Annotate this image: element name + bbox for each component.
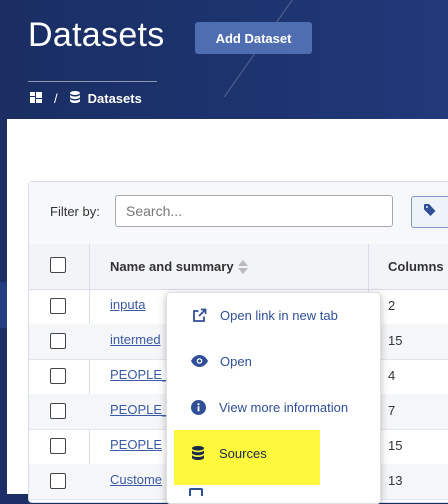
dataset-link[interactable]: Custome: [110, 472, 162, 487]
row-checkbox[interactable]: [50, 438, 66, 454]
select-all-checkbox[interactable]: [50, 257, 66, 273]
menu-item-label: Sources: [219, 445, 267, 461]
column-header-columns[interactable]: Columns: [388, 259, 444, 274]
row-checkbox[interactable]: [50, 298, 66, 314]
tag-icon: [424, 203, 436, 221]
dataset-link[interactable]: PEOPLE: [110, 437, 162, 452]
column-count: 15: [388, 438, 403, 453]
dataset-link[interactable]: PEOPLE_: [110, 402, 169, 417]
filter-label: Filter by:: [50, 204, 100, 219]
column-count: 4: [388, 368, 396, 383]
column-header-name[interactable]: Name and summary: [110, 259, 248, 274]
dataset-link[interactable]: PEOPLE_: [110, 367, 169, 382]
database-icon: [69, 91, 80, 106]
dashboard-icon[interactable]: [30, 91, 42, 106]
menu-item-label: Open: [220, 353, 252, 369]
menu-item-label: View more information: [219, 399, 349, 415]
row-checkbox[interactable]: [50, 333, 66, 349]
dataset-link[interactable]: inputa: [110, 297, 145, 312]
menu-item-label: Open link in new tab: [220, 307, 338, 323]
info-icon: [188, 399, 208, 415]
breadcrumb-divider: [28, 81, 157, 82]
menu-item-view-more-information[interactable]: View more information: [166, 387, 379, 427]
menu-item-open[interactable]: Open: [167, 341, 380, 381]
row-checkbox[interactable]: [50, 368, 66, 384]
column-count: 7: [388, 403, 396, 418]
page-title: Datasets: [28, 16, 165, 54]
row-checkbox[interactable]: [50, 403, 66, 419]
menu-item-sources[interactable]: Sources: [166, 433, 379, 473]
sort-icon[interactable]: [237, 259, 248, 274]
tag-filter-button[interactable]: [411, 196, 448, 228]
dataset-link[interactable]: intermed: [110, 332, 161, 347]
menu-item-open-new-tab[interactable]: Open link in new tab: [167, 295, 380, 335]
database-icon: [188, 446, 208, 460]
left-sidebar-strip: [0, 130, 7, 494]
breadcrumb-current: Datasets: [87, 91, 142, 106]
column-count: 13: [388, 473, 403, 488]
eye-icon: [189, 355, 209, 367]
breadcrumb: / Datasets: [30, 91, 142, 106]
row-checkbox[interactable]: [50, 473, 66, 489]
search-placeholder: Search...: [126, 203, 183, 219]
partial-menu-icon: [189, 488, 203, 496]
breadcrumb-separator: /: [54, 91, 58, 106]
column-header-name-label: Name and summary: [110, 259, 234, 274]
sidebar-marker: [0, 282, 7, 328]
column-count: 2: [388, 298, 396, 313]
add-dataset-button[interactable]: Add Dataset: [195, 22, 312, 54]
column-count: 15: [388, 333, 403, 348]
external-link-icon: [189, 308, 209, 323]
search-input[interactable]: Search...: [115, 195, 393, 227]
